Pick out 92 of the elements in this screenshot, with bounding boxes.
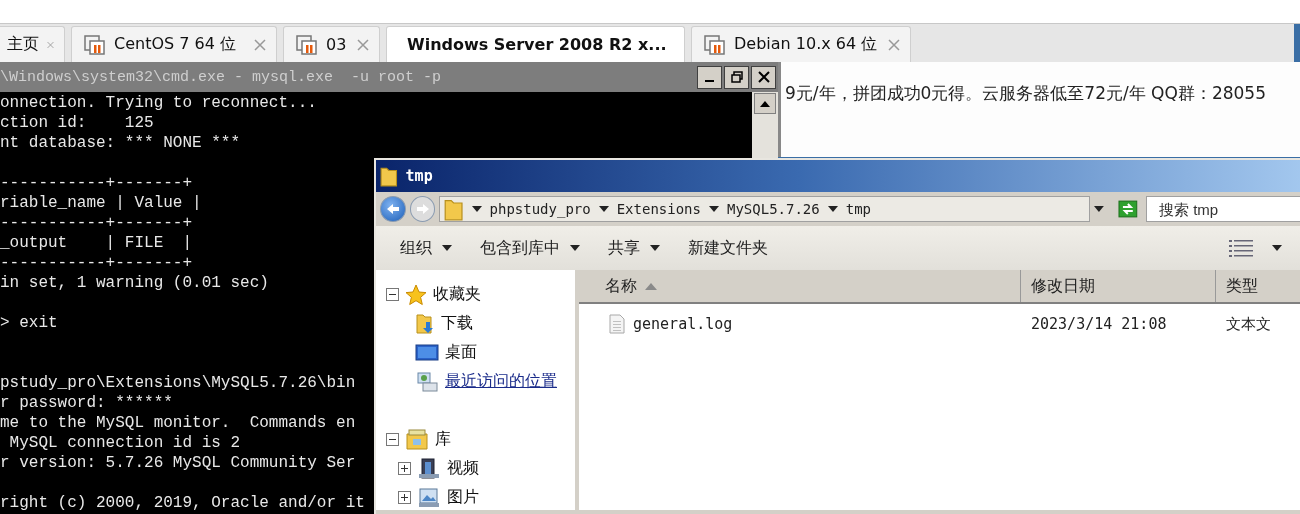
expander[interactable] xyxy=(398,491,411,504)
nav-item[interactable]: 下载 xyxy=(441,313,473,334)
address-bar[interactable]: phpstudy_pro Extensions MySQL5.7.26 tmp xyxy=(439,196,1091,222)
caret-icon xyxy=(827,206,838,212)
minimize-icon xyxy=(705,80,714,82)
console-line: right (c) 2000, 2019, Oracle and/or it xyxy=(0,493,365,513)
scroll-up-button[interactable] xyxy=(754,93,776,114)
caret-icon xyxy=(442,245,452,251)
vm-icon xyxy=(704,34,726,55)
modified-date: 2023/3/14 21:08 xyxy=(1031,315,1167,333)
console-line: pstudy_pro\Extensions\MySQL5.7.26\bin xyxy=(0,373,356,393)
window-title: \Windows\system32\cmd.exe - mysql.exe -u root -p xyxy=(0,68,442,86)
nav-item[interactable]: 图片 xyxy=(447,487,479,508)
console-line: riable_name | Value | xyxy=(0,193,202,213)
caret-icon xyxy=(598,206,609,212)
desktop-icon xyxy=(415,342,439,363)
text-file-icon xyxy=(609,314,625,334)
file-name[interactable]: general.log xyxy=(633,315,733,333)
console-line: > exit xyxy=(0,313,58,333)
console-line: r version: 5.7.26 MySQL Community Ser xyxy=(0,453,356,473)
vm-tab[interactable]: Debian 10.x 64 位 xyxy=(691,26,911,62)
file-type: 文本文 xyxy=(1226,314,1271,334)
vm-tab[interactable]: 03 xyxy=(283,26,380,62)
console-line: -----------+-------+ xyxy=(0,253,193,273)
console-line: -----------+-------+ xyxy=(0,213,193,233)
vm-tab[interactable]: 主页 xyxy=(0,26,65,62)
nav-item[interactable]: 最近访问的位置 xyxy=(445,371,557,392)
caret-icon xyxy=(709,206,719,212)
column-header[interactable]: 类型 xyxy=(1216,270,1300,302)
breadcrumb-item[interactable]: MySQL5.7.26 xyxy=(727,201,820,217)
column-header[interactable]: 名称 xyxy=(579,270,1021,302)
vm-icon xyxy=(84,34,106,55)
folder-icon xyxy=(444,197,464,221)
close-icon[interactable] xyxy=(254,38,266,51)
close-icon xyxy=(757,71,770,83)
picture-library-icon xyxy=(417,486,441,509)
expander[interactable] xyxy=(386,288,399,301)
nav-item[interactable]: 收藏夹 xyxy=(433,284,481,305)
restore-icon xyxy=(730,71,743,83)
expander[interactable] xyxy=(386,433,399,446)
close-icon[interactable] xyxy=(888,38,900,51)
console-line: MySQL connection id is 2 xyxy=(8,433,241,453)
caret-icon xyxy=(1094,206,1105,212)
console-line: r password: ****** xyxy=(0,393,173,413)
caret-icon xyxy=(570,245,580,251)
caret-icon xyxy=(1272,245,1282,251)
nav-item[interactable]: 视频 xyxy=(447,458,479,479)
caret-icon xyxy=(471,206,482,212)
console-line: in set, 1 warning (0.01 sec) xyxy=(0,273,269,293)
back-button[interactable] xyxy=(380,196,406,222)
arrow-left-icon xyxy=(385,203,400,215)
vm-tab[interactable]: CentOS 7 64 位 xyxy=(71,26,277,62)
search-field[interactable]: 搜索 tmp xyxy=(1146,196,1300,222)
nav-item[interactable]: 库 xyxy=(435,429,451,450)
expander[interactable] xyxy=(398,462,411,475)
console-line: _output | FILE | xyxy=(0,233,193,253)
caret-icon xyxy=(650,245,660,251)
toolbar-button[interactable]: 组织 xyxy=(388,233,464,263)
folder-icon xyxy=(380,165,398,187)
close-button[interactable] xyxy=(751,65,776,89)
console-line: -----------+-------+ xyxy=(0,173,193,193)
toolbar-button[interactable]: 新建文件夹 xyxy=(676,233,780,263)
console-line: nt database: *** NONE *** xyxy=(0,133,241,153)
toolbar-button[interactable]: 包含到库中 xyxy=(468,233,592,263)
console-line: me to the MySQL monitor. Commands en xyxy=(0,413,356,433)
close-icon[interactable] xyxy=(357,38,369,51)
recent-places-icon xyxy=(415,370,439,393)
column-header[interactable]: 修改日期 xyxy=(1021,270,1216,302)
library-icon xyxy=(405,428,429,451)
console-line: onnection. Trying to reconnect... xyxy=(0,93,317,113)
scrollbar[interactable] xyxy=(752,92,778,158)
toolbar-button[interactable]: 共享 xyxy=(596,233,672,263)
vm-icon xyxy=(296,34,318,55)
sort-ascending-icon xyxy=(645,282,657,290)
window-title: tmp xyxy=(405,167,433,185)
forward-button[interactable] xyxy=(409,196,436,222)
star-icon xyxy=(405,283,427,306)
nav-item[interactable]: 桌面 xyxy=(445,342,477,363)
view-options-icon[interactable] xyxy=(1228,238,1254,258)
promo-banner-text: 9元/年，拼团成功0元得。云服务器低至72元/年 QQ群：28055 xyxy=(784,82,1267,105)
refresh-icon[interactable] xyxy=(1118,200,1138,218)
restore-button[interactable] xyxy=(724,65,749,89)
minimize-button[interactable] xyxy=(697,65,722,89)
arrow-up-icon xyxy=(760,100,770,107)
download-folder-icon xyxy=(415,312,435,335)
console-line: ction id: 125 xyxy=(0,113,154,133)
breadcrumb-item[interactable]: Extensions xyxy=(616,201,701,217)
arrow-right-icon xyxy=(415,203,430,215)
video-library-icon xyxy=(417,457,441,480)
breadcrumb-item[interactable]: phpstudy_pro xyxy=(489,201,591,217)
breadcrumb-item[interactable]: tmp xyxy=(845,201,871,217)
vm-tab[interactable]: Windows Server 2008 R2 x... xyxy=(386,26,685,62)
